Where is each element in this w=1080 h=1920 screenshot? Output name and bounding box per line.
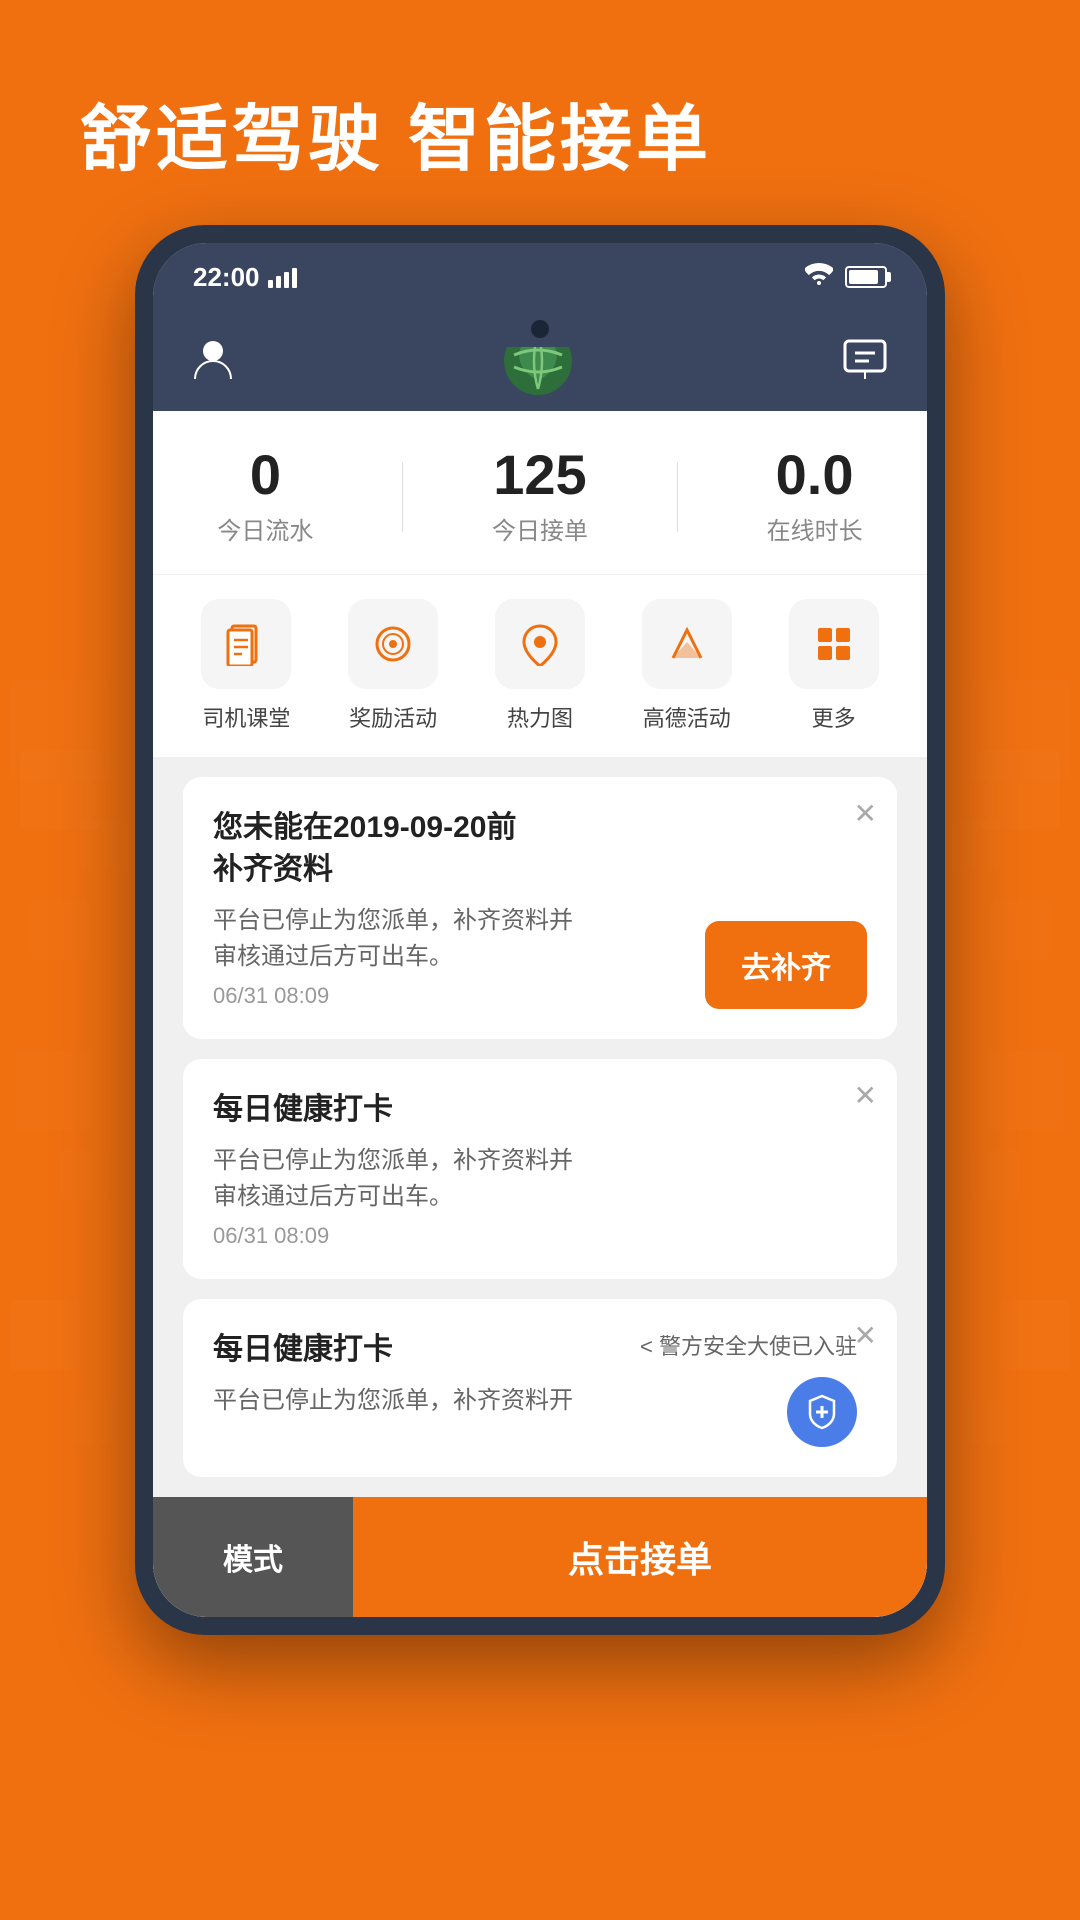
card-2-time: 06/31 08:09 [213,1223,847,1249]
close-card-1-button[interactable]: ✕ [854,797,877,830]
mode-button[interactable]: 模式 [153,1497,353,1617]
signal-icon [268,266,297,288]
stat-flow-label: 今日流水 [217,511,313,546]
stat-divider-2 [677,462,678,532]
menu-label-driver-class: 司机课堂 [202,701,290,733]
menu-item-heatmap[interactable]: 热力图 [490,599,590,733]
stat-today-flow: 0 今日流水 [217,447,313,546]
menu-item-driver-class[interactable]: 司机课堂 [196,599,296,733]
police-shield-icon[interactable] [787,1377,857,1447]
bottom-bar: 模式 点击接单 [153,1497,927,1617]
message-button[interactable] [843,339,887,384]
phone-frame: 22:00 [0,225,1080,1635]
stat-orders-label: 今日接单 [492,511,588,546]
police-notice-text: < 警方安全大使已入驻 [640,1329,857,1361]
header-tagline: 舒适驾驶 智能接单 [0,0,1080,225]
notification-card-1: ✕ 您未能在2019-09-20前补齐资料 平台已停止为您派单，补齐资料并审核通… [183,777,897,1039]
stats-section: 0 今日流水 125 今日接单 0.0 在线时长 [153,411,927,575]
quick-menu: 司机课堂 奖励活动 [153,575,927,757]
notification-card-2: ✕ 每日健康打卡 平台已停止为您派单，补齐资料并审核通过后方可出车。 06/31… [183,1059,897,1279]
profile-button[interactable] [193,337,233,386]
card-1-title: 您未能在2019-09-20前补齐资料 [213,807,867,891]
content-area: ✕ 您未能在2019-09-20前补齐资料 平台已停止为您派单，补齐资料并审核通… [153,757,927,1497]
card-2-text: 平台已停止为您派单，补齐资料并审核通过后方可出车。 [213,1143,847,1215]
menu-label-heatmap: 热力图 [507,701,573,733]
status-bar: 22:00 [153,243,927,311]
phone-body: 22:00 [135,225,945,1635]
menu-item-gaode[interactable]: 高德活动 [637,599,737,733]
card-3-title: 每日健康打卡 [213,1329,640,1371]
card-3-text: 平台已停止为您派单，补齐资料开 [213,1383,640,1419]
menu-label-reward: 奖励活动 [349,701,437,733]
reward-icon [348,599,438,689]
menu-item-reward[interactable]: 奖励活动 [343,599,443,733]
driver-class-icon [201,599,291,689]
close-card-2-button[interactable]: ✕ [854,1079,877,1112]
more-icon [789,599,879,689]
stat-time-value: 0.0 [767,447,863,503]
phone-screen: 22:00 [153,243,927,1617]
battery-icon [845,266,887,288]
card-1-time: 06/31 08:09 [213,983,685,1009]
wifi-icon [805,263,833,291]
stat-time-label: 在线时长 [767,511,863,546]
stat-orders-value: 125 [492,447,588,503]
phone-notch [460,311,620,347]
heatmap-icon [495,599,585,689]
front-camera [531,320,549,338]
menu-label-gaode: 高德活动 [643,701,731,733]
accept-order-button[interactable]: 点击接单 [353,1497,927,1617]
menu-item-more[interactable]: 更多 [784,599,884,733]
card-2-title: 每日健康打卡 [213,1089,867,1131]
stat-today-orders: 125 今日接单 [492,447,588,546]
notification-card-3: ✕ 每日健康打卡 平台已停止为您派单，补齐资料开 < 警方安全大使已入驻 [183,1299,897,1477]
stat-divider-1 [402,462,403,532]
stat-online-time: 0.0 在线时长 [767,447,863,546]
gaode-icon [642,599,732,689]
stat-flow-value: 0 [217,447,313,503]
close-card-3-button[interactable]: ✕ [854,1319,877,1352]
card-1-text: 平台已停止为您派单，补齐资料并审核通过后方可出车。 [213,903,685,975]
card-1-action-button[interactable]: 去补齐 [705,921,867,1009]
menu-label-more: 更多 [812,701,856,733]
status-time: 22:00 [193,262,260,293]
